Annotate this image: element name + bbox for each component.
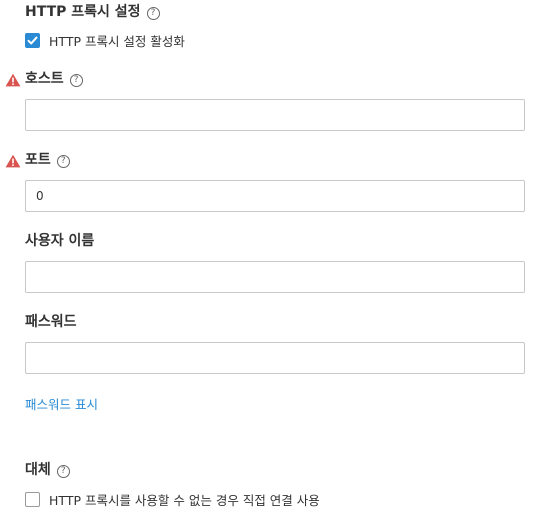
host-label-text: 호스트 — [25, 71, 64, 87]
port-input[interactable] — [25, 180, 525, 212]
warning-icon — [5, 73, 21, 87]
fallback-section-title: 대체? — [25, 460, 70, 480]
password-input[interactable] — [25, 342, 525, 374]
direct-connection-label[interactable]: HTTP 프록시를 사용할 수 없는 경우 직접 연결 사용 — [49, 493, 320, 509]
password-label: 패스워드 — [25, 314, 77, 330]
direct-connection-checkbox[interactable] — [25, 492, 40, 507]
show-password-link[interactable]: 패스워드 표시 — [25, 397, 98, 413]
help-circle-icon[interactable]: ? — [56, 465, 70, 478]
enable-http-proxy-label[interactable]: HTTP 프록시 설정 활성화 — [49, 34, 185, 50]
host-label: 호스트? — [25, 69, 83, 89]
fallback-section-title-text: 대체 — [25, 462, 51, 478]
port-label-text: 포트 — [25, 152, 51, 168]
http-proxy-section-title-text: HTTP 프록시 설정 — [25, 4, 141, 20]
help-circle-icon[interactable]: ? — [56, 155, 70, 168]
http-proxy-section-title: HTTP 프록시 설정? — [25, 2, 160, 22]
checkmark-icon — [27, 36, 38, 45]
port-label: 포트? — [25, 150, 70, 170]
username-input[interactable] — [25, 261, 525, 293]
warning-icon — [5, 154, 21, 168]
host-input[interactable] — [25, 99, 525, 131]
enable-http-proxy-checkbox[interactable] — [25, 33, 40, 48]
username-label: 사용자 이름 — [25, 233, 95, 249]
help-circle-icon[interactable]: ? — [69, 74, 83, 87]
help-circle-icon[interactable]: ? — [146, 7, 160, 20]
